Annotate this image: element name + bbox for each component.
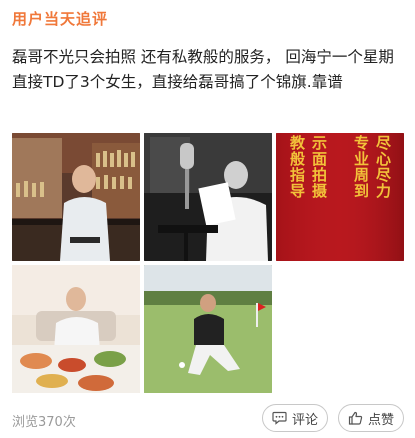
- view-count: 浏览370次: [12, 415, 76, 430]
- photo-dinner[interactable]: [12, 265, 140, 393]
- photo-golf[interactable]: [144, 265, 272, 393]
- comment-button[interactable]: 评论: [262, 404, 328, 432]
- like-label: 点赞: [367, 412, 394, 428]
- photo-banner[interactable]: 教般指导 示面拍摄 专业周到 尽心尽力: [276, 133, 404, 261]
- banner-line-4: 尽心尽力: [374, 135, 392, 199]
- banner-line-1: 教般指导: [288, 135, 306, 199]
- post-text: 磊哥不光只会拍照 还有私教般的服务， 回海宁一个星期直接TD了3个女生，直接给磊…: [12, 48, 394, 91]
- comment-label: 评论: [291, 412, 318, 428]
- banner-line-3: 专业周到: [352, 135, 370, 199]
- photo-studio[interactable]: [144, 133, 272, 261]
- review-header: 用户当天追评: [0, 0, 415, 36]
- like-button[interactable]: 点赞: [338, 404, 404, 432]
- thumbs-up-icon: [348, 411, 363, 425]
- page-title: 用户当天追评: [12, 10, 109, 28]
- comment-icon: [272, 411, 287, 425]
- banner-line-2: 示面拍摄: [310, 135, 328, 199]
- photo-bar[interactable]: [12, 133, 140, 261]
